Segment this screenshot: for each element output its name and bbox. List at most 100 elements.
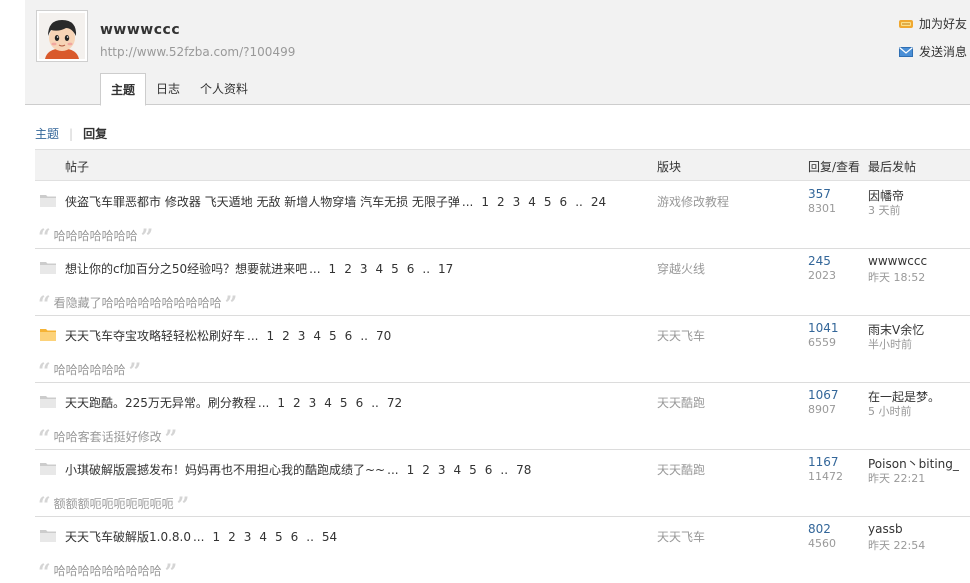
page-link[interactable]: 6 [560, 195, 568, 209]
page-link[interactable]: 4 [324, 396, 332, 410]
page-link[interactable]: 1 [277, 396, 285, 410]
thread-title-link[interactable]: 想让你的cf加百分之50经验吗？想要就进来吧 [65, 262, 307, 276]
page-link[interactable]: 1 [407, 463, 415, 477]
tab-topics[interactable]: 主题 [100, 73, 147, 106]
page-link[interactable]: .. [371, 396, 379, 410]
tab-blog[interactable]: 日志 [146, 73, 190, 105]
table-row: 小琪破解版震撼发布！妈妈再也不用担心我的酷跑成绩了~~... 1 2 3 4 5 6.. 78… [35, 450, 970, 517]
username[interactable]: wwwwccc [100, 22, 180, 38]
page-link[interactable]: 3 [513, 195, 521, 209]
open-quote-icon: “ [38, 425, 51, 452]
last-post-time[interactable]: 3 天前 [868, 202, 901, 218]
forum-link[interactable]: 天天酷跑 [657, 394, 705, 411]
page-link[interactable]: 6 [345, 329, 353, 343]
page-link[interactable]: 5 [469, 463, 477, 477]
folder-gray-icon [40, 528, 56, 542]
page-link[interactable]: 4 [528, 195, 536, 209]
thread-title-line: 天天飞车夺宝攻略轻轻松松刷好车... 1 2 3 4 5 6.. 70 [65, 327, 395, 344]
filter-replies-current[interactable]: 回复 [83, 125, 107, 142]
page-link[interactable]: 5 [275, 530, 283, 544]
forum-link[interactable]: 游戏修改教程 [657, 193, 729, 210]
page-link[interactable]: 5 [329, 329, 337, 343]
forum-link[interactable]: 天天酷跑 [657, 461, 705, 478]
forum-link[interactable]: 天天飞车 [657, 327, 705, 344]
last-post-time[interactable]: 昨天 22:54 [868, 537, 925, 553]
tab-profile[interactable]: 个人资料 [190, 73, 258, 105]
reply-quote-text[interactable]: 哈哈哈哈哈哈 [54, 361, 126, 378]
user-url[interactable]: http://www.52fzba.com/?100499 [100, 45, 295, 59]
reply-count[interactable]: 245 [808, 254, 831, 268]
page-link[interactable]: 70 [376, 329, 391, 343]
thread-title-link[interactable]: 侠盗飞车罪恶都市 修改器 飞天遁地 无敌 新增人物穿墙 汽车无损 无限子弹 [65, 195, 460, 209]
reply-quote-text[interactable]: 看隐藏了哈哈哈哈哈哈哈哈哈哈 [54, 294, 222, 311]
reply-quote-text[interactable]: 哈哈哈哈哈哈哈哈哈 [54, 562, 162, 579]
reply-count[interactable]: 357 [808, 187, 831, 201]
page-link[interactable]: 3 [309, 396, 317, 410]
last-poster-link[interactable]: wwwwccc [868, 254, 927, 268]
page-link[interactable]: 17 [438, 262, 453, 276]
add-friend-button[interactable]: 加为好友 [898, 15, 967, 32]
page-link[interactable]: .. [360, 329, 368, 343]
page-link[interactable]: .. [422, 262, 430, 276]
last-poster-link[interactable]: yassb [868, 522, 903, 536]
page-link[interactable]: .. [306, 530, 314, 544]
page-link[interactable]: .. [500, 463, 508, 477]
page-link[interactable]: 3 [244, 530, 252, 544]
reply-count[interactable]: 1067 [808, 388, 839, 402]
page-link[interactable]: 1 [329, 262, 337, 276]
thread-title-line: 天天飞车破解版1.0.8.0... 1 2 3 4 5 6.. 54 [65, 528, 341, 545]
page-link[interactable]: 6 [356, 396, 364, 410]
page-link[interactable]: 2 [282, 329, 290, 343]
thread-title-link[interactable]: 小琪破解版震撼发布！妈妈再也不用担心我的酷跑成绩了~~ [65, 463, 385, 477]
page-link[interactable]: 5 [340, 396, 348, 410]
last-post-time[interactable]: 半小时前 [868, 336, 912, 352]
page-link[interactable]: 3 [438, 463, 446, 477]
page-link[interactable]: 3 [298, 329, 306, 343]
page-link[interactable]: 1 [481, 195, 489, 209]
last-post-time[interactable]: 昨天 22:21 [868, 470, 925, 486]
page-link[interactable]: 72 [387, 396, 402, 410]
page-link[interactable]: .. [575, 195, 583, 209]
open-quote-icon: “ [38, 492, 51, 519]
table-row: 想让你的cf加百分之50经验吗？想要就进来吧... 1 2 3 4 5 6.. 17 穿越火线 2… [35, 249, 970, 316]
page-link[interactable]: 5 [391, 262, 399, 276]
page-link[interactable]: 5 [544, 195, 552, 209]
page-link[interactable]: 78 [516, 463, 531, 477]
thread-title-link[interactable]: 天天飞车破解版1.0.8.0 [65, 530, 191, 544]
page-link[interactable]: 4 [454, 463, 462, 477]
page-dots: ... [192, 530, 205, 544]
page-link[interactable]: 3 [360, 262, 368, 276]
page-link[interactable]: 54 [322, 530, 337, 544]
last-post-time[interactable]: 5 小时前 [868, 403, 912, 419]
forum-link[interactable]: 穿越火线 [657, 260, 705, 277]
page-link[interactable]: 2 [344, 262, 352, 276]
page-link[interactable]: 24 [591, 195, 606, 209]
page-link[interactable]: 6 [291, 530, 299, 544]
page-link[interactable]: 4 [313, 329, 321, 343]
reply-count[interactable]: 1041 [808, 321, 839, 335]
reply-quote-text[interactable]: 哈哈哈哈哈哈哈 [54, 227, 138, 244]
thread-title-link[interactable]: 天天飞车夺宝攻略轻轻松松刷好车 [65, 329, 245, 343]
page-link[interactable]: 6 [485, 463, 493, 477]
forum-link[interactable]: 天天飞车 [657, 528, 705, 545]
filter-topics-link[interactable]: 主题 [35, 125, 59, 142]
reply-quote-text[interactable]: 哈哈客套话挺好修改 [54, 428, 162, 445]
reply-quote-text[interactable]: 额额额呃呃呃呃呃呃呃 [54, 495, 174, 512]
send-message-button[interactable]: 发送消息 [898, 43, 967, 60]
page-link[interactable]: 2 [422, 463, 430, 477]
reply-quote: “额额额呃呃呃呃呃呃呃” [38, 492, 189, 519]
avatar[interactable] [36, 10, 88, 62]
page-link[interactable]: 2 [228, 530, 236, 544]
page-link[interactable]: 4 [259, 530, 267, 544]
page-link[interactable]: 1 [266, 329, 274, 343]
page-link[interactable]: 6 [407, 262, 415, 276]
thread-title-link[interactable]: 天天跑酷。225万无异常。刷分教程 [65, 396, 256, 410]
page-link[interactable]: 4 [375, 262, 383, 276]
page-link[interactable]: 2 [497, 195, 505, 209]
page-link[interactable]: 2 [293, 396, 301, 410]
page-dots: ... [387, 463, 399, 477]
reply-count[interactable]: 1167 [808, 455, 839, 469]
reply-count[interactable]: 802 [808, 522, 831, 536]
page-link[interactable]: 1 [212, 530, 220, 544]
last-post-time[interactable]: 昨天 18:52 [868, 269, 925, 285]
